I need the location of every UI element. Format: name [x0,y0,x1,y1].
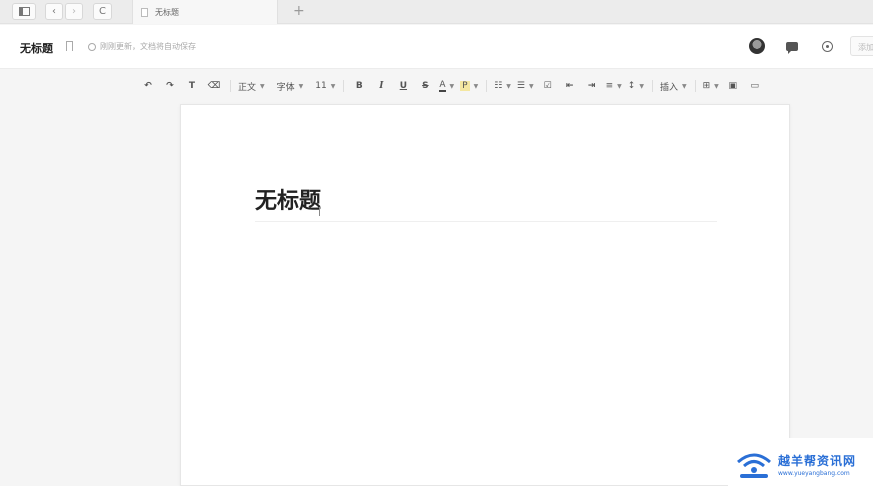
tab-document[interactable]: 无标题 [132,0,278,24]
indent-decrease-button[interactable]: ⇤ [562,77,578,95]
chevron-down-icon: ▼ [681,82,687,90]
format-painter-button[interactable]: T [184,77,200,95]
back-icon: ‹ [52,6,56,17]
indent-decrease-icon: ⇤ [565,81,574,91]
page-title[interactable]: 无标题 [255,183,321,215]
bold-button[interactable]: B [351,77,367,95]
indent-increase-icon: ⇥ [587,81,596,91]
undo-button[interactable]: ↶ [140,77,156,95]
format-toolbar: ↶ ↷ T ⌫ 正文 ▼ 字体 ▼ 11 ▼ B I U S A ▼ P ▼ ☷ ▼ ☰ ▼ … [140,77,769,95]
line-spacing-icon: ↕ [627,81,636,91]
watermark-url: www.yueyangbang.com [778,470,850,477]
align-left-icon: ≡ [605,81,614,91]
font-family-label: 字体 [276,82,295,93]
sidebar-icon [18,7,30,16]
toolbar-divider [651,80,653,92]
avatar[interactable] [749,38,765,54]
new-tab-button[interactable]: + [293,3,305,19]
chevron-down-icon: ▼ [449,82,455,90]
comment-insert-button[interactable]: ▭ [747,77,763,95]
chevron-down-icon: ▼ [260,82,265,90]
clear-format-button[interactable]: ⌫ [206,77,222,95]
bold-icon: B [355,81,363,91]
checklist-icon: ☑ [543,81,552,91]
watermark-name: 越羊帮资讯网 [778,454,857,468]
chevron-down-icon: ▼ [298,82,304,90]
tab-title: 无标题 [155,7,179,17]
font-size-select[interactable]: 11 ▼ [315,77,335,95]
undo-icon: ↶ [144,81,152,91]
present-icon [821,40,833,52]
line-spacing-button[interactable]: ↕ ▼ [628,77,644,95]
redo-icon: ↷ [166,81,174,91]
save-status: 刚刚更新，文档将自动保存 [88,41,196,52]
image-button[interactable]: ▣ [725,77,741,95]
ordered-list-icon: ☷ [494,81,503,91]
document-icon [141,7,148,17]
document-header: 无标题 刚刚更新，文档将自动保存 添加 [0,25,873,69]
chevron-down-icon: ▼ [506,82,511,90]
strikethrough-icon: S [422,81,429,91]
insert-label: 插入 [659,82,678,93]
insert-menu[interactable]: 插入 ▼ [660,77,687,95]
document-page[interactable]: 无标题 [180,104,790,486]
table-icon: ⊞ [702,81,711,91]
reload-icon: C [99,6,106,17]
font-size-label: 11 [315,81,327,91]
reload-button[interactable]: C [93,3,112,20]
sidebar-toggle-button[interactable] [12,3,36,20]
toolbar-divider [694,80,696,92]
indent-increase-button[interactable]: ⇥ [584,77,600,95]
font-family-select[interactable]: 字体 ▼ [277,77,304,95]
add-button[interactable]: 添加 [850,36,873,56]
title-divider [255,221,717,222]
bullet-list-icon: ☰ [516,81,525,91]
highlight-icon: P [460,81,470,91]
underline-icon: U [399,81,408,91]
chevron-down-icon: ▼ [617,82,622,90]
italic-button[interactable]: I [373,77,389,95]
toolbar-divider [343,80,345,92]
comment-button[interactable] [782,36,802,56]
chevron-down-icon: ▼ [330,82,336,90]
paragraph-style-select[interactable]: 正文 ▼ [238,77,265,95]
strikethrough-button[interactable]: S [417,77,433,95]
forward-button[interactable]: › [65,3,83,20]
save-status-text: 刚刚更新，文档将自动保存 [100,42,196,51]
ordered-list-button[interactable]: ☷ ▼ [494,77,511,95]
redo-button[interactable]: ↷ [162,77,178,95]
underline-button[interactable]: U [395,77,411,95]
watermark: 越羊帮资讯网 www.yueyangbang.com [728,438,873,486]
bookmark-icon[interactable] [66,41,73,51]
checklist-button[interactable]: ☑ [540,77,556,95]
highlight-button[interactable]: P ▼ [460,77,478,95]
text-cursor [319,207,320,216]
browser-chrome: ‹ › C 无标题 + [0,0,873,24]
present-button[interactable] [817,36,837,56]
font-color-button[interactable]: A ▼ [439,77,454,95]
chevron-down-icon: ▼ [639,82,644,90]
toolbar-divider [486,80,488,92]
forward-icon: › [72,6,76,17]
eraser-icon: ⌫ [207,81,221,91]
toolbar-divider [230,80,231,92]
comment-icon [786,41,798,54]
chevron-down-icon: ▼ [714,82,719,90]
format-painter-icon: T [188,81,196,91]
chevron-down-icon: ▼ [529,82,534,90]
watermark-logo-icon [737,453,771,478]
image-icon: ▣ [728,81,738,91]
paragraph-style-label: 正文 [238,82,257,93]
document-title[interactable]: 无标题 [20,40,53,56]
table-button[interactable]: ⊞ ▼ [703,77,719,95]
font-color-icon: A [439,80,446,92]
bullet-list-button[interactable]: ☰ ▼ [517,77,534,95]
comment-add-icon: ▭ [750,81,760,91]
chevron-down-icon: ▼ [473,82,479,90]
align-button[interactable]: ≡ ▼ [606,77,622,95]
saved-check-icon [88,42,96,51]
italic-icon: I [379,81,384,91]
back-button[interactable]: ‹ [45,3,63,20]
